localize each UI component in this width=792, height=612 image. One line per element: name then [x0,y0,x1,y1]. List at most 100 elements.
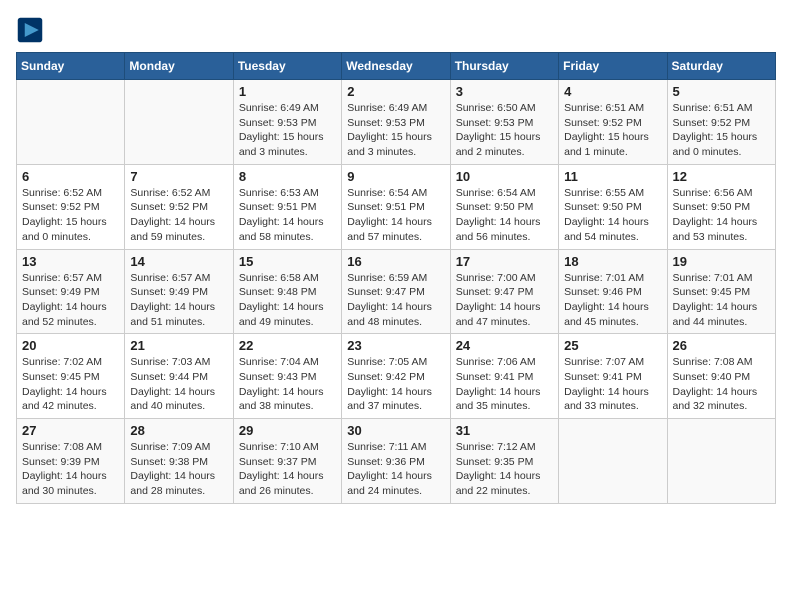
calendar-cell: 13 Sunrise: 6:57 AM Sunset: 9:49 PM Dayli… [17,249,125,334]
day-number: 19 [673,254,770,269]
calendar-cell: 22 Sunrise: 7:04 AM Sunset: 9:43 PM Dayli… [233,334,341,419]
day-number: 7 [130,169,227,184]
calendar-table: SundayMondayTuesdayWednesdayThursdayFrid… [16,52,776,504]
day-info: Sunrise: 7:12 AM Sunset: 9:35 PM Dayligh… [456,440,553,499]
day-info: Sunrise: 6:55 AM Sunset: 9:50 PM Dayligh… [564,186,661,245]
calendar-cell: 30Sunrise: 7:11 AM Sunset: 9:36 PM Dayli… [342,419,450,504]
calendar-cell: 5Sunrise: 6:51 AM Sunset: 9:52 PM Daylig… [667,80,775,165]
calendar-cell: 2 Sunrise: 6:49 AM Sunset: 9:53 PM Daylig… [342,80,450,165]
calendar-cell: 6 Sunrise: 6:52 AM Sunset: 9:52 PM Daylig… [17,164,125,249]
day-info: Sunrise: 7:01 AM Sunset: 9:46 PM Dayligh… [564,271,661,330]
day-info: Sunrise: 6:57 AM Sunset: 9:49 PM Dayligh… [130,271,227,330]
day-number: 23 [347,338,444,353]
day-info: Sunrise: 7:00 AM Sunset: 9:47 PM Dayligh… [456,271,553,330]
day-number: 17 [456,254,553,269]
calendar-cell: 18 Sunrise: 7:01 AM Sunset: 9:46 PM Dayli… [559,249,667,334]
day-number: 25 [564,338,661,353]
calendar-cell: 11 Sunrise: 6:55 AM Sunset: 9:50 PM Dayli… [559,164,667,249]
day-info: Sunrise: 6:54 AM Sunset: 9:50 PM Dayligh… [456,186,553,245]
day-info: Sunrise: 7:04 AM Sunset: 9:43 PM Dayligh… [239,355,336,414]
week-row-4: 20Sunrise: 7:02 AM Sunset: 9:45 PM Dayli… [17,334,776,419]
day-number: 29 [239,423,336,438]
calendar-cell: 24 Sunrise: 7:06 AM Sunset: 9:41 PM Dayli… [450,334,558,419]
day-info: Sunrise: 6:59 AM Sunset: 9:47 PM Dayligh… [347,271,444,330]
calendar-cell: 23 Sunrise: 7:05 AM Sunset: 9:42 PM Dayli… [342,334,450,419]
calendar-cell: 7Sunrise: 6:52 AM Sunset: 9:52 PM Daylig… [125,164,233,249]
day-number: 13 [22,254,119,269]
day-number: 2 [347,84,444,99]
calendar-cell: 4 Sunrise: 6:51 AM Sunset: 9:52 PM Daylig… [559,80,667,165]
day-info: Sunrise: 7:11 AM Sunset: 9:36 PM Dayligh… [347,440,444,499]
day-info: Sunrise: 6:58 AM Sunset: 9:48 PM Dayligh… [239,271,336,330]
day-number: 5 [673,84,770,99]
calendar-cell: 1Sunrise: 6:49 AM Sunset: 9:53 PM Daylig… [233,80,341,165]
calendar-cell: 17 Sunrise: 7:00 AM Sunset: 9:47 PM Dayli… [450,249,558,334]
logo-icon [16,16,44,44]
day-info: Sunrise: 7:07 AM Sunset: 9:41 PM Dayligh… [564,355,661,414]
calendar-cell: 9 Sunrise: 6:54 AM Sunset: 9:51 PM Daylig… [342,164,450,249]
calendar-cell: 14 Sunrise: 6:57 AM Sunset: 9:49 PM Dayli… [125,249,233,334]
day-number: 20 [22,338,119,353]
day-info: Sunrise: 6:54 AM Sunset: 9:51 PM Dayligh… [347,186,444,245]
logo [16,16,48,44]
weekday-header-monday: Monday [125,53,233,80]
day-info: Sunrise: 7:06 AM Sunset: 9:41 PM Dayligh… [456,355,553,414]
day-info: Sunrise: 7:03 AM Sunset: 9:44 PM Dayligh… [130,355,227,414]
day-info: Sunrise: 7:01 AM Sunset: 9:45 PM Dayligh… [673,271,770,330]
day-number: 14 [130,254,227,269]
week-row-5: 27 Sunrise: 7:08 AM Sunset: 9:39 PM Dayli… [17,419,776,504]
weekday-header-tuesday: Tuesday [233,53,341,80]
calendar-cell: 19 Sunrise: 7:01 AM Sunset: 9:45 PM Dayli… [667,249,775,334]
calendar-cell: 26 Sunrise: 7:08 AM Sunset: 9:40 PM Dayli… [667,334,775,419]
day-number: 28 [130,423,227,438]
week-row-3: 13 Sunrise: 6:57 AM Sunset: 9:49 PM Dayli… [17,249,776,334]
day-number: 22 [239,338,336,353]
calendar-cell: 16 Sunrise: 6:59 AM Sunset: 9:47 PM Dayli… [342,249,450,334]
calendar-cell: 10 Sunrise: 6:54 AM Sunset: 9:50 PM Dayli… [450,164,558,249]
day-number: 26 [673,338,770,353]
calendar-cell: 27 Sunrise: 7:08 AM Sunset: 9:39 PM Dayli… [17,419,125,504]
day-number: 8 [239,169,336,184]
day-number: 27 [22,423,119,438]
header [16,16,776,44]
calendar-cell: 28Sunrise: 7:09 AM Sunset: 9:38 PM Dayli… [125,419,233,504]
day-number: 10 [456,169,553,184]
day-number: 3 [456,84,553,99]
day-info: Sunrise: 6:56 AM Sunset: 9:50 PM Dayligh… [673,186,770,245]
calendar-cell: 31Sunrise: 7:12 AM Sunset: 9:35 PM Dayli… [450,419,558,504]
day-number: 4 [564,84,661,99]
day-info: Sunrise: 6:50 AM Sunset: 9:53 PM Dayligh… [456,101,553,160]
weekday-header-thursday: Thursday [450,53,558,80]
day-info: Sunrise: 7:08 AM Sunset: 9:39 PM Dayligh… [22,440,119,499]
weekday-header-row: SundayMondayTuesdayWednesdayThursdayFrid… [17,53,776,80]
weekday-header-sunday: Sunday [17,53,125,80]
week-row-2: 6 Sunrise: 6:52 AM Sunset: 9:52 PM Daylig… [17,164,776,249]
day-info: Sunrise: 7:08 AM Sunset: 9:40 PM Dayligh… [673,355,770,414]
calendar-cell [17,80,125,165]
day-number: 18 [564,254,661,269]
day-info: Sunrise: 7:10 AM Sunset: 9:37 PM Dayligh… [239,440,336,499]
calendar-cell: 25 Sunrise: 7:07 AM Sunset: 9:41 PM Dayli… [559,334,667,419]
calendar-cell: 12Sunrise: 6:56 AM Sunset: 9:50 PM Dayli… [667,164,775,249]
calendar-cell [559,419,667,504]
calendar-cell: 15 Sunrise: 6:58 AM Sunset: 9:48 PM Dayli… [233,249,341,334]
calendar-cell: 8Sunrise: 6:53 AM Sunset: 9:51 PM Daylig… [233,164,341,249]
day-number: 15 [239,254,336,269]
day-info: Sunrise: 7:05 AM Sunset: 9:42 PM Dayligh… [347,355,444,414]
calendar-cell: 29 Sunrise: 7:10 AM Sunset: 9:37 PM Dayli… [233,419,341,504]
day-info: Sunrise: 6:49 AM Sunset: 9:53 PM Dayligh… [239,101,336,160]
day-info: Sunrise: 6:49 AM Sunset: 9:53 PM Dayligh… [347,101,444,160]
day-info: Sunrise: 6:57 AM Sunset: 9:49 PM Dayligh… [22,271,119,330]
day-number: 9 [347,169,444,184]
day-number: 21 [130,338,227,353]
calendar-cell: 3 Sunrise: 6:50 AM Sunset: 9:53 PM Daylig… [450,80,558,165]
day-number: 11 [564,169,661,184]
day-info: Sunrise: 6:52 AM Sunset: 9:52 PM Dayligh… [22,186,119,245]
day-number: 16 [347,254,444,269]
day-number: 6 [22,169,119,184]
calendar-cell [125,80,233,165]
calendar-cell: 20Sunrise: 7:02 AM Sunset: 9:45 PM Dayli… [17,334,125,419]
day-info: Sunrise: 6:51 AM Sunset: 9:52 PM Dayligh… [564,101,661,160]
day-number: 24 [456,338,553,353]
weekday-header-wednesday: Wednesday [342,53,450,80]
